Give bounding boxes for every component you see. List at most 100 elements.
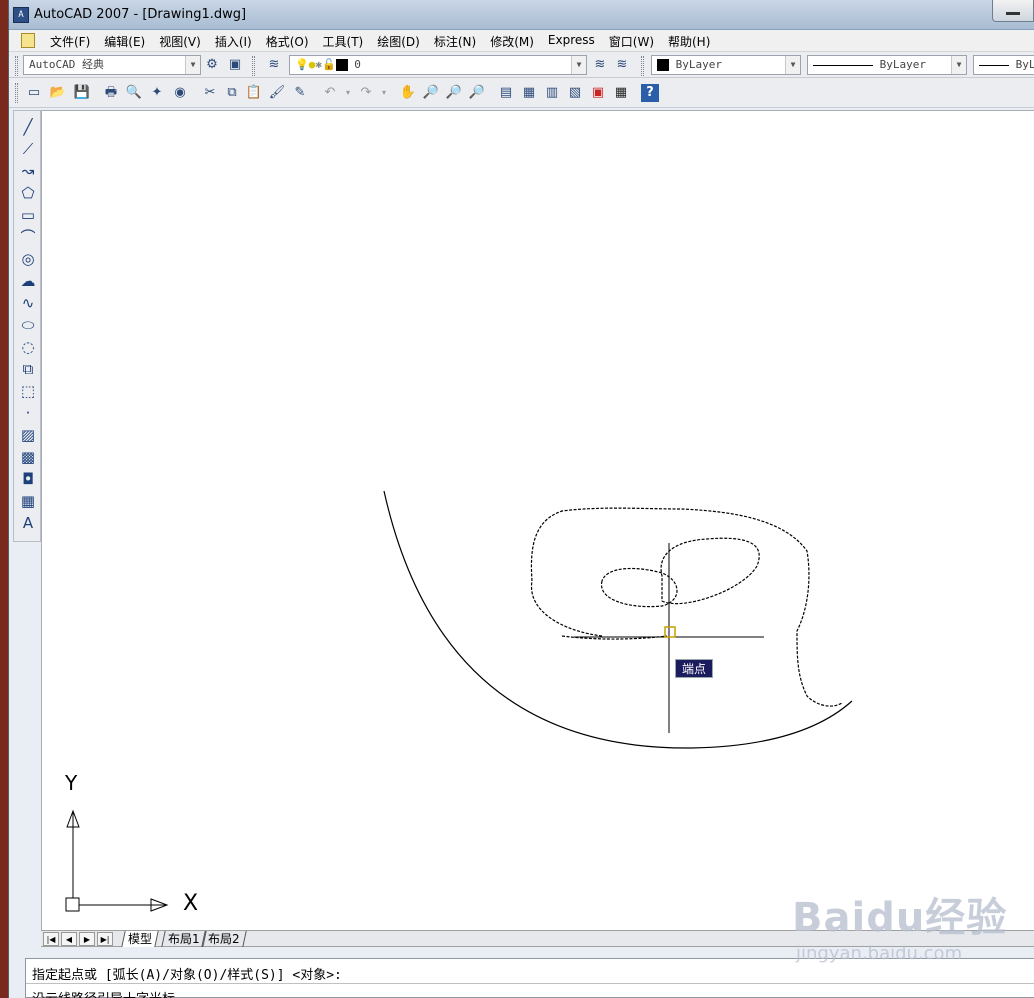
menu-item[interactable]: 工具(T) xyxy=(316,33,371,50)
menu-item[interactable]: 窗口(W) xyxy=(602,33,661,50)
make-block-icon[interactable]: ⬚ xyxy=(18,381,38,401)
zoom-previous-icon[interactable]: 🔎 xyxy=(468,84,486,102)
tab-layout2[interactable]: 布局2 xyxy=(201,931,247,947)
menu-item[interactable]: 标注(N) xyxy=(427,33,483,50)
watermark-url: jingyan.baidu.com xyxy=(796,943,963,964)
properties-toolbar: AutoCAD 经典 ▼ ⚙ ▣ ≋ 💡●✱🔓 0 ▼ ≋ ≋ ByLayer … xyxy=(9,52,1034,78)
command-window[interactable]: 指定起点或 [弧长(A)/对象(O)/样式(S)] <对象>: 沿云线路径引导十… xyxy=(25,958,1034,998)
command-input-line[interactable]: 沿云线路径引导十字光标... xyxy=(32,988,198,998)
layer-previous-icon[interactable]: ≋ xyxy=(613,56,631,74)
revision-cloud-icon[interactable]: ☁ xyxy=(18,271,38,291)
menu-item[interactable]: 帮助(H) xyxy=(661,33,717,50)
document-icon[interactable] xyxy=(21,33,35,48)
open-file-icon[interactable]: 📂 xyxy=(49,84,67,102)
insert-block-icon[interactable]: ⧉ xyxy=(18,359,38,379)
match-properties-icon[interactable]: 🖌 xyxy=(268,84,286,102)
workspace-save-icon[interactable]: ▣ xyxy=(226,56,244,74)
redo-icon[interactable]: ↷ xyxy=(357,84,375,102)
menu-item[interactable]: Express xyxy=(541,33,602,50)
arc-entity xyxy=(383,490,853,749)
autocad-app-icon[interactable]: A xyxy=(13,7,29,23)
last-tab-icon[interactable]: ▶| xyxy=(97,932,113,946)
sheet-set-manager-icon[interactable]: ▧ xyxy=(566,84,584,102)
rectangle-icon[interactable]: ▭ xyxy=(18,205,38,225)
workspace-dropdown[interactable]: AutoCAD 经典 ▼ xyxy=(23,55,201,75)
revision-cloud-inner-left xyxy=(601,567,678,608)
save-icon[interactable]: 💾 xyxy=(73,84,91,102)
toolbar-grip[interactable] xyxy=(641,56,644,76)
zoom-realtime-icon[interactable]: 🔎 xyxy=(422,84,440,102)
ellipse-icon[interactable]: ⬭ xyxy=(18,315,38,335)
line-icon[interactable]: ╱ xyxy=(18,117,38,137)
zoom-window-icon[interactable]: 🔎 xyxy=(445,84,463,102)
make-layer-current-icon[interactable]: ≋ xyxy=(591,56,609,74)
tab-layout1[interactable]: 布局1 xyxy=(161,931,207,947)
new-file-icon[interactable]: ▭ xyxy=(25,84,43,102)
menu-item[interactable]: 编辑(E) xyxy=(97,33,152,50)
tab-model[interactable]: 模型 xyxy=(121,931,159,947)
polyline-icon[interactable]: ↝ xyxy=(18,161,38,181)
command-prompt-line: 指定起点或 [弧长(A)/对象(O)/样式(S)] <对象>: xyxy=(32,968,342,983)
paste-icon[interactable]: 📋 xyxy=(245,84,263,102)
design-center-icon[interactable]: ▦ xyxy=(520,84,538,102)
plot-preview-icon[interactable]: 🔍 xyxy=(125,84,143,102)
drawing-svg xyxy=(65,490,853,912)
point-icon[interactable]: · xyxy=(18,403,38,423)
minimize-button[interactable] xyxy=(992,0,1034,22)
menu-item[interactable]: 绘图(D) xyxy=(370,33,427,50)
hatch-icon[interactable]: ▨ xyxy=(18,425,38,445)
first-tab-icon[interactable]: |◀ xyxy=(43,932,59,946)
drawing-area[interactable]: Y X xyxy=(41,110,1034,930)
menu-item[interactable]: 视图(V) xyxy=(152,33,208,50)
markup-set-manager-icon[interactable]: ▣ xyxy=(589,84,607,102)
osnap-tooltip: 端点 xyxy=(675,659,713,678)
copy-icon[interactable]: ⧉ xyxy=(223,84,241,102)
linetype-dropdown[interactable]: ByLayer ▼ xyxy=(807,55,967,75)
undo-dropdown-icon[interactable]: ▾ xyxy=(339,84,357,102)
publish-icon[interactable]: ✦ xyxy=(148,84,166,102)
undo-icon[interactable]: ↶ xyxy=(321,84,339,102)
layer-manager-icon[interactable]: ≋ xyxy=(265,56,283,74)
chevron-down-icon[interactable]: ▼ xyxy=(951,56,966,74)
tool-palettes-icon[interactable]: ▥ xyxy=(543,84,561,102)
menu-item[interactable]: 格式(O) xyxy=(259,33,316,50)
plot-icon[interactable]: 🖶 xyxy=(102,84,120,102)
title-bar: A AutoCAD 2007 - [Drawing1.dwg] xyxy=(9,0,1034,30)
pan-realtime-icon[interactable]: ✋ xyxy=(399,84,417,102)
chevron-down-icon[interactable]: ▼ xyxy=(785,56,800,74)
3d-dwf-icon[interactable]: ◉ xyxy=(171,84,189,102)
previous-tab-icon[interactable]: ◀ xyxy=(61,932,77,946)
ucs-icon xyxy=(65,809,169,912)
polygon-icon[interactable]: ⬠ xyxy=(18,183,38,203)
help-icon[interactable]: ? xyxy=(641,84,659,102)
multiline-text-icon[interactable]: A xyxy=(18,513,38,533)
menu-item[interactable]: 插入(I) xyxy=(208,33,259,50)
properties-icon[interactable]: ▤ xyxy=(497,84,515,102)
table-icon[interactable]: ▦ xyxy=(18,491,38,511)
cut-icon[interactable]: ✂ xyxy=(201,84,219,102)
quickcalc-icon[interactable]: ▦ xyxy=(612,84,630,102)
chevron-down-icon[interactable]: ▼ xyxy=(185,56,200,74)
circle-icon[interactable]: ◎ xyxy=(18,249,38,269)
redo-dropdown-icon[interactable]: ▾ xyxy=(375,84,393,102)
toolbar-grip[interactable] xyxy=(15,83,18,103)
menu-item[interactable]: 文件(F) xyxy=(43,33,97,50)
toolbar-grip[interactable] xyxy=(15,56,18,76)
autocad-window: A AutoCAD 2007 - [Drawing1.dwg] 文件(F) 编辑(… xyxy=(8,0,1034,998)
ucs-y-label: Y xyxy=(65,771,78,795)
arc-icon[interactable]: ⌒ xyxy=(18,227,38,247)
region-icon[interactable]: ◘ xyxy=(18,469,38,489)
chevron-down-icon[interactable]: ▼ xyxy=(571,56,586,74)
ellipse-arc-icon[interactable]: ◌ xyxy=(18,337,38,357)
color-dropdown[interactable]: ByLayer ▼ xyxy=(651,55,801,75)
workspace-settings-icon[interactable]: ⚙ xyxy=(203,56,221,74)
gradient-icon[interactable]: ▩ xyxy=(18,447,38,467)
next-tab-icon[interactable]: ▶ xyxy=(79,932,95,946)
toolbar-grip[interactable] xyxy=(252,56,255,76)
construction-line-icon[interactable]: ⟋ xyxy=(18,139,38,159)
lineweight-dropdown[interactable]: ByL xyxy=(973,55,1034,75)
menu-item[interactable]: 修改(M) xyxy=(483,33,541,50)
block-editor-icon[interactable]: ✎ xyxy=(291,84,309,102)
layer-dropdown[interactable]: 💡●✱🔓 0 ▼ xyxy=(289,55,587,75)
spline-icon[interactable]: ∿ xyxy=(18,293,38,313)
